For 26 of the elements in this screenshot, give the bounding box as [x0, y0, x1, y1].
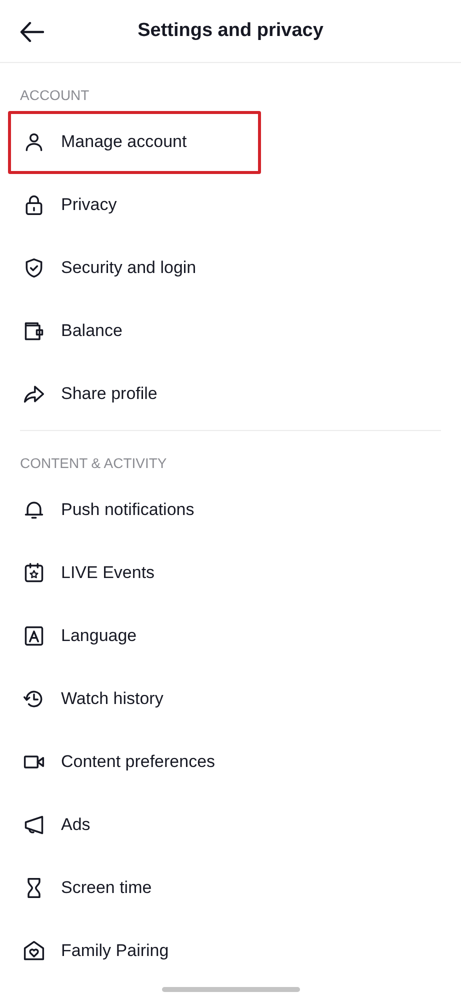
- share-icon: [23, 383, 45, 405]
- wallet-icon: [23, 320, 45, 342]
- section-label: CONTENT & ACTIVITY: [19, 454, 168, 472]
- settings-item[interactable]: Family Pairing: [8, 919, 453, 982]
- megaphone-icon: [23, 814, 45, 836]
- calendar-icon: [23, 562, 45, 584]
- settings-item[interactable]: Watch history: [8, 667, 453, 730]
- settings-item[interactable]: Privacy: [8, 174, 453, 236]
- person-icon: [23, 131, 45, 153]
- settings-item[interactable]: Push notifications: [8, 478, 453, 541]
- settings-item[interactable]: LIVE Events: [8, 541, 453, 604]
- section-label: ACCOUNT: [19, 86, 90, 105]
- page-title: Settings and privacy: [138, 20, 324, 42]
- shield-icon: [23, 257, 45, 279]
- settings-item[interactable]: Language: [8, 604, 453, 667]
- settings-item[interactable]: Manage account: [8, 110, 261, 174]
- settings-item[interactable]: Ads: [8, 793, 453, 856]
- settings-item[interactable]: Share profile: [8, 362, 453, 426]
- house-heart-icon: [23, 940, 45, 962]
- lock-icon: [23, 194, 45, 216]
- settings-item[interactable]: Security and login: [8, 236, 453, 300]
- letter-a-icon: [23, 624, 45, 646]
- settings-item[interactable]: Content preferences: [8, 730, 453, 793]
- settings-item[interactable]: Screen time: [8, 856, 453, 919]
- settings-item[interactable]: Balance: [8, 300, 453, 362]
- back-arrow-icon[interactable]: [20, 22, 44, 42]
